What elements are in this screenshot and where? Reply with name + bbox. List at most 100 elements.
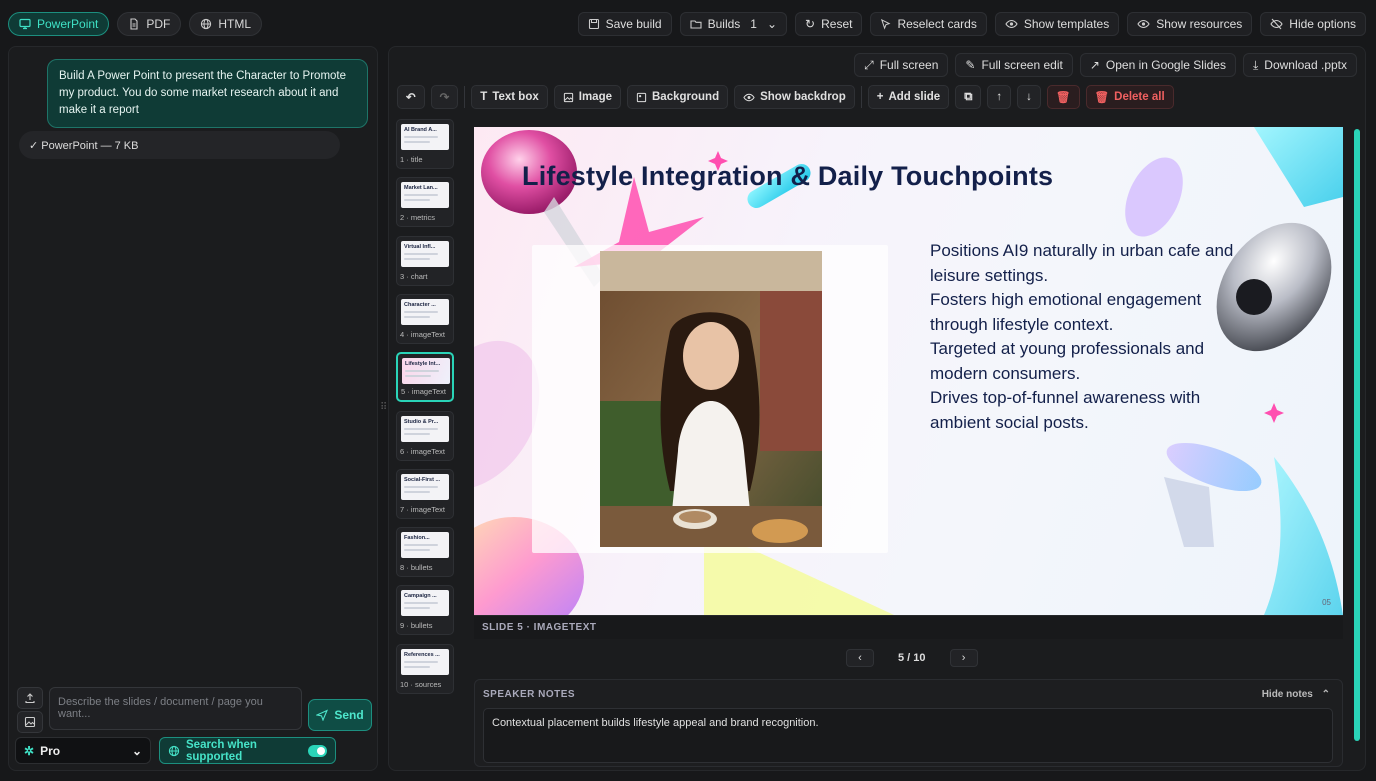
globe-icon (168, 745, 180, 757)
copy-icon: ⧉ (964, 90, 973, 103)
slide-thumbnail-title: Virtual Infl... (404, 243, 436, 250)
text-box-button[interactable]: T Text box (471, 85, 548, 109)
panel-resize-handle[interactable]: ⠿ (380, 402, 387, 413)
add-slide-button[interactable]: + Add slide (867, 85, 950, 109)
slide-photo[interactable] (600, 251, 822, 547)
reset-button[interactable]: ↻ Reset (795, 12, 863, 36)
duplicate-slide-button[interactable]: ⧉ (955, 85, 982, 109)
bullet-item: Positions AI9 naturally in urban cafe an… (930, 241, 1234, 285)
save-build-button[interactable]: Save build (577, 12, 672, 36)
arrow-up-icon: ↑ (996, 91, 1003, 103)
thumbnail-line (405, 375, 431, 378)
format-tab-powerpoint[interactable]: PowerPoint (8, 12, 110, 36)
format-tab-label: HTML (218, 17, 252, 31)
speaker-notes-input[interactable]: Contextual placement builds lifestyle ap… (483, 708, 1333, 763)
full-screen-button[interactable]: ⤢ Full screen (854, 53, 949, 77)
download-label: Download .pptx (1264, 58, 1347, 72)
speaker-notes-header: SPEAKER NOTES (483, 689, 576, 700)
speaker-notes-panel: SPEAKER NOTES Hide notes ⌃ Contextual pl… (474, 679, 1343, 767)
thumbnail-line (404, 310, 438, 313)
thumbnail-line (404, 602, 438, 605)
slide-thumbnail-preview: Fashion... (401, 532, 449, 559)
download-pptx-button[interactable]: ⤓ Download .pptx (1242, 53, 1357, 77)
slide-thumbnail[interactable]: Market Lan... 2 · metrics (396, 177, 454, 228)
thumbnail-line (404, 660, 438, 663)
slide-bullets[interactable]: Positions AI9 naturally in urban cafe an… (930, 239, 1260, 435)
open-google-slides-button[interactable]: ↗ Open in Google Slides (1079, 53, 1236, 77)
save-icon (588, 18, 600, 30)
thumbnail-line (405, 370, 439, 373)
thumbnail-line (404, 544, 438, 547)
slide-thumbnail[interactable]: Studio & Pr... 6 · imageText (396, 410, 454, 461)
editor-scrollbar[interactable] (1353, 119, 1361, 769)
builds-dropdown[interactable]: Builds 1 ⌄ (679, 12, 788, 36)
slide-thumbnail-preview: Campaign ... (401, 590, 449, 617)
slide-thumbnail[interactable]: Social-First ... 7 · imageText (396, 468, 454, 519)
slide-thumbnail-caption: 10 · sources (400, 679, 442, 689)
model-select[interactable]: ✲ Pro ⌄ (15, 737, 151, 764)
slide-thumbnail[interactable]: Fashion... 8 · bullets (396, 527, 454, 578)
hide-notes-button[interactable]: Hide notes ⌃ (1262, 689, 1330, 700)
reselect-cards-button[interactable]: Reselect cards (870, 12, 987, 36)
slide-thumbnail[interactable]: Character ... 4 · imageText (396, 293, 454, 344)
globe-icon (200, 18, 212, 30)
redo-button[interactable]: ↷ (430, 85, 459, 109)
show-resources-button[interactable]: Show resources (1127, 12, 1253, 36)
move-down-button[interactable]: ↓ (1017, 85, 1041, 109)
thumbnail-line (404, 252, 438, 255)
slide-thumbnail-title: Market Lan... (404, 185, 438, 192)
slide-thumbnail[interactable]: Lifestyle Int... 5 · imageText (396, 352, 454, 403)
format-tab-pdf[interactable]: PDF (117, 12, 182, 36)
hide-options-button[interactable]: Hide options (1260, 12, 1366, 36)
background-button[interactable]: Background (627, 85, 729, 109)
slide-thumbnail[interactable]: Virtual Infl... 3 · chart (396, 235, 454, 286)
image-button[interactable]: Image (553, 85, 621, 109)
slide-thumbnail-title: Fashion... (404, 535, 430, 542)
scrollbar-thumb[interactable] (1354, 129, 1360, 741)
slide-page-number: 05 (1322, 598, 1331, 607)
undo-button[interactable]: ↶ (397, 85, 425, 109)
slide-thumbnail-caption: 3 · chart (400, 271, 428, 281)
slide-caption: SLIDE 5 · IMAGETEXT (474, 615, 1343, 639)
toggle-switch[interactable] (307, 744, 327, 757)
plus-icon: + (876, 91, 884, 103)
thumbnail-line (404, 136, 438, 138)
upload-button[interactable] (17, 687, 43, 709)
model-label: Pro (40, 743, 61, 758)
slide-thumbnail[interactable]: References ... 10 · sources (396, 643, 454, 694)
slide-thumbnail-title: AI Brand A... (404, 127, 437, 133)
slide-title[interactable]: Lifestyle Integration & Daily Touchpoint… (522, 161, 1053, 192)
move-up-button[interactable]: ↑ (987, 85, 1012, 109)
image-upload-button[interactable] (17, 711, 43, 733)
background-icon (636, 92, 647, 103)
send-button[interactable]: Send (308, 699, 372, 731)
slide-thumbnail-title: Lifestyle Int... (405, 361, 441, 368)
background-label: Background (652, 91, 720, 103)
glass-pitcher-decoration (474, 340, 540, 487)
slide-thumbnail-caption: 7 · imageText (400, 504, 446, 514)
search-toggle[interactable]: Search when supported (159, 737, 336, 764)
eye-icon (1137, 18, 1150, 30)
slide-thumbnail[interactable]: AI Brand A... 1 · title (396, 119, 454, 169)
slide-canvas[interactable]: Lifestyle Integration & Daily Touchpoint… (474, 127, 1343, 615)
prompt-input[interactable]: Describe the slides / document / page yo… (49, 687, 302, 730)
full-screen-edit-button[interactable]: ✎ Full screen edit (955, 53, 1073, 77)
show-backdrop-button[interactable]: Show backdrop (734, 85, 855, 109)
delete-slide-button[interactable]: 🗑 (1046, 85, 1080, 109)
format-tab-html[interactable]: HTML (189, 12, 263, 36)
next-slide-button[interactable]: › (949, 649, 978, 667)
toolbar-divider (464, 86, 466, 108)
slide-thumbnail-preview: AI Brand A... (401, 124, 449, 150)
chevron-up-icon: ⌃ (1321, 689, 1330, 700)
slide-thumbnail[interactable]: Campaign ... 9 · bullets (396, 585, 454, 636)
slide-thumbnail-preview: Market Lan... (401, 182, 449, 209)
delete-all-button[interactable]: 🗑 Delete all (1085, 85, 1174, 109)
thumbnail-line (404, 490, 430, 493)
redo-icon: ↷ (439, 92, 450, 104)
sparkle-icon (1264, 403, 1284, 423)
delete-all-label: Delete all (1114, 91, 1165, 103)
show-templates-button[interactable]: Show templates (994, 12, 1120, 36)
attachment-chip[interactable]: ✓ PowerPoint — 7 KB (19, 131, 340, 159)
prev-slide-button[interactable]: ‹ (846, 649, 874, 667)
format-tab-label: PowerPoint (37, 17, 99, 31)
